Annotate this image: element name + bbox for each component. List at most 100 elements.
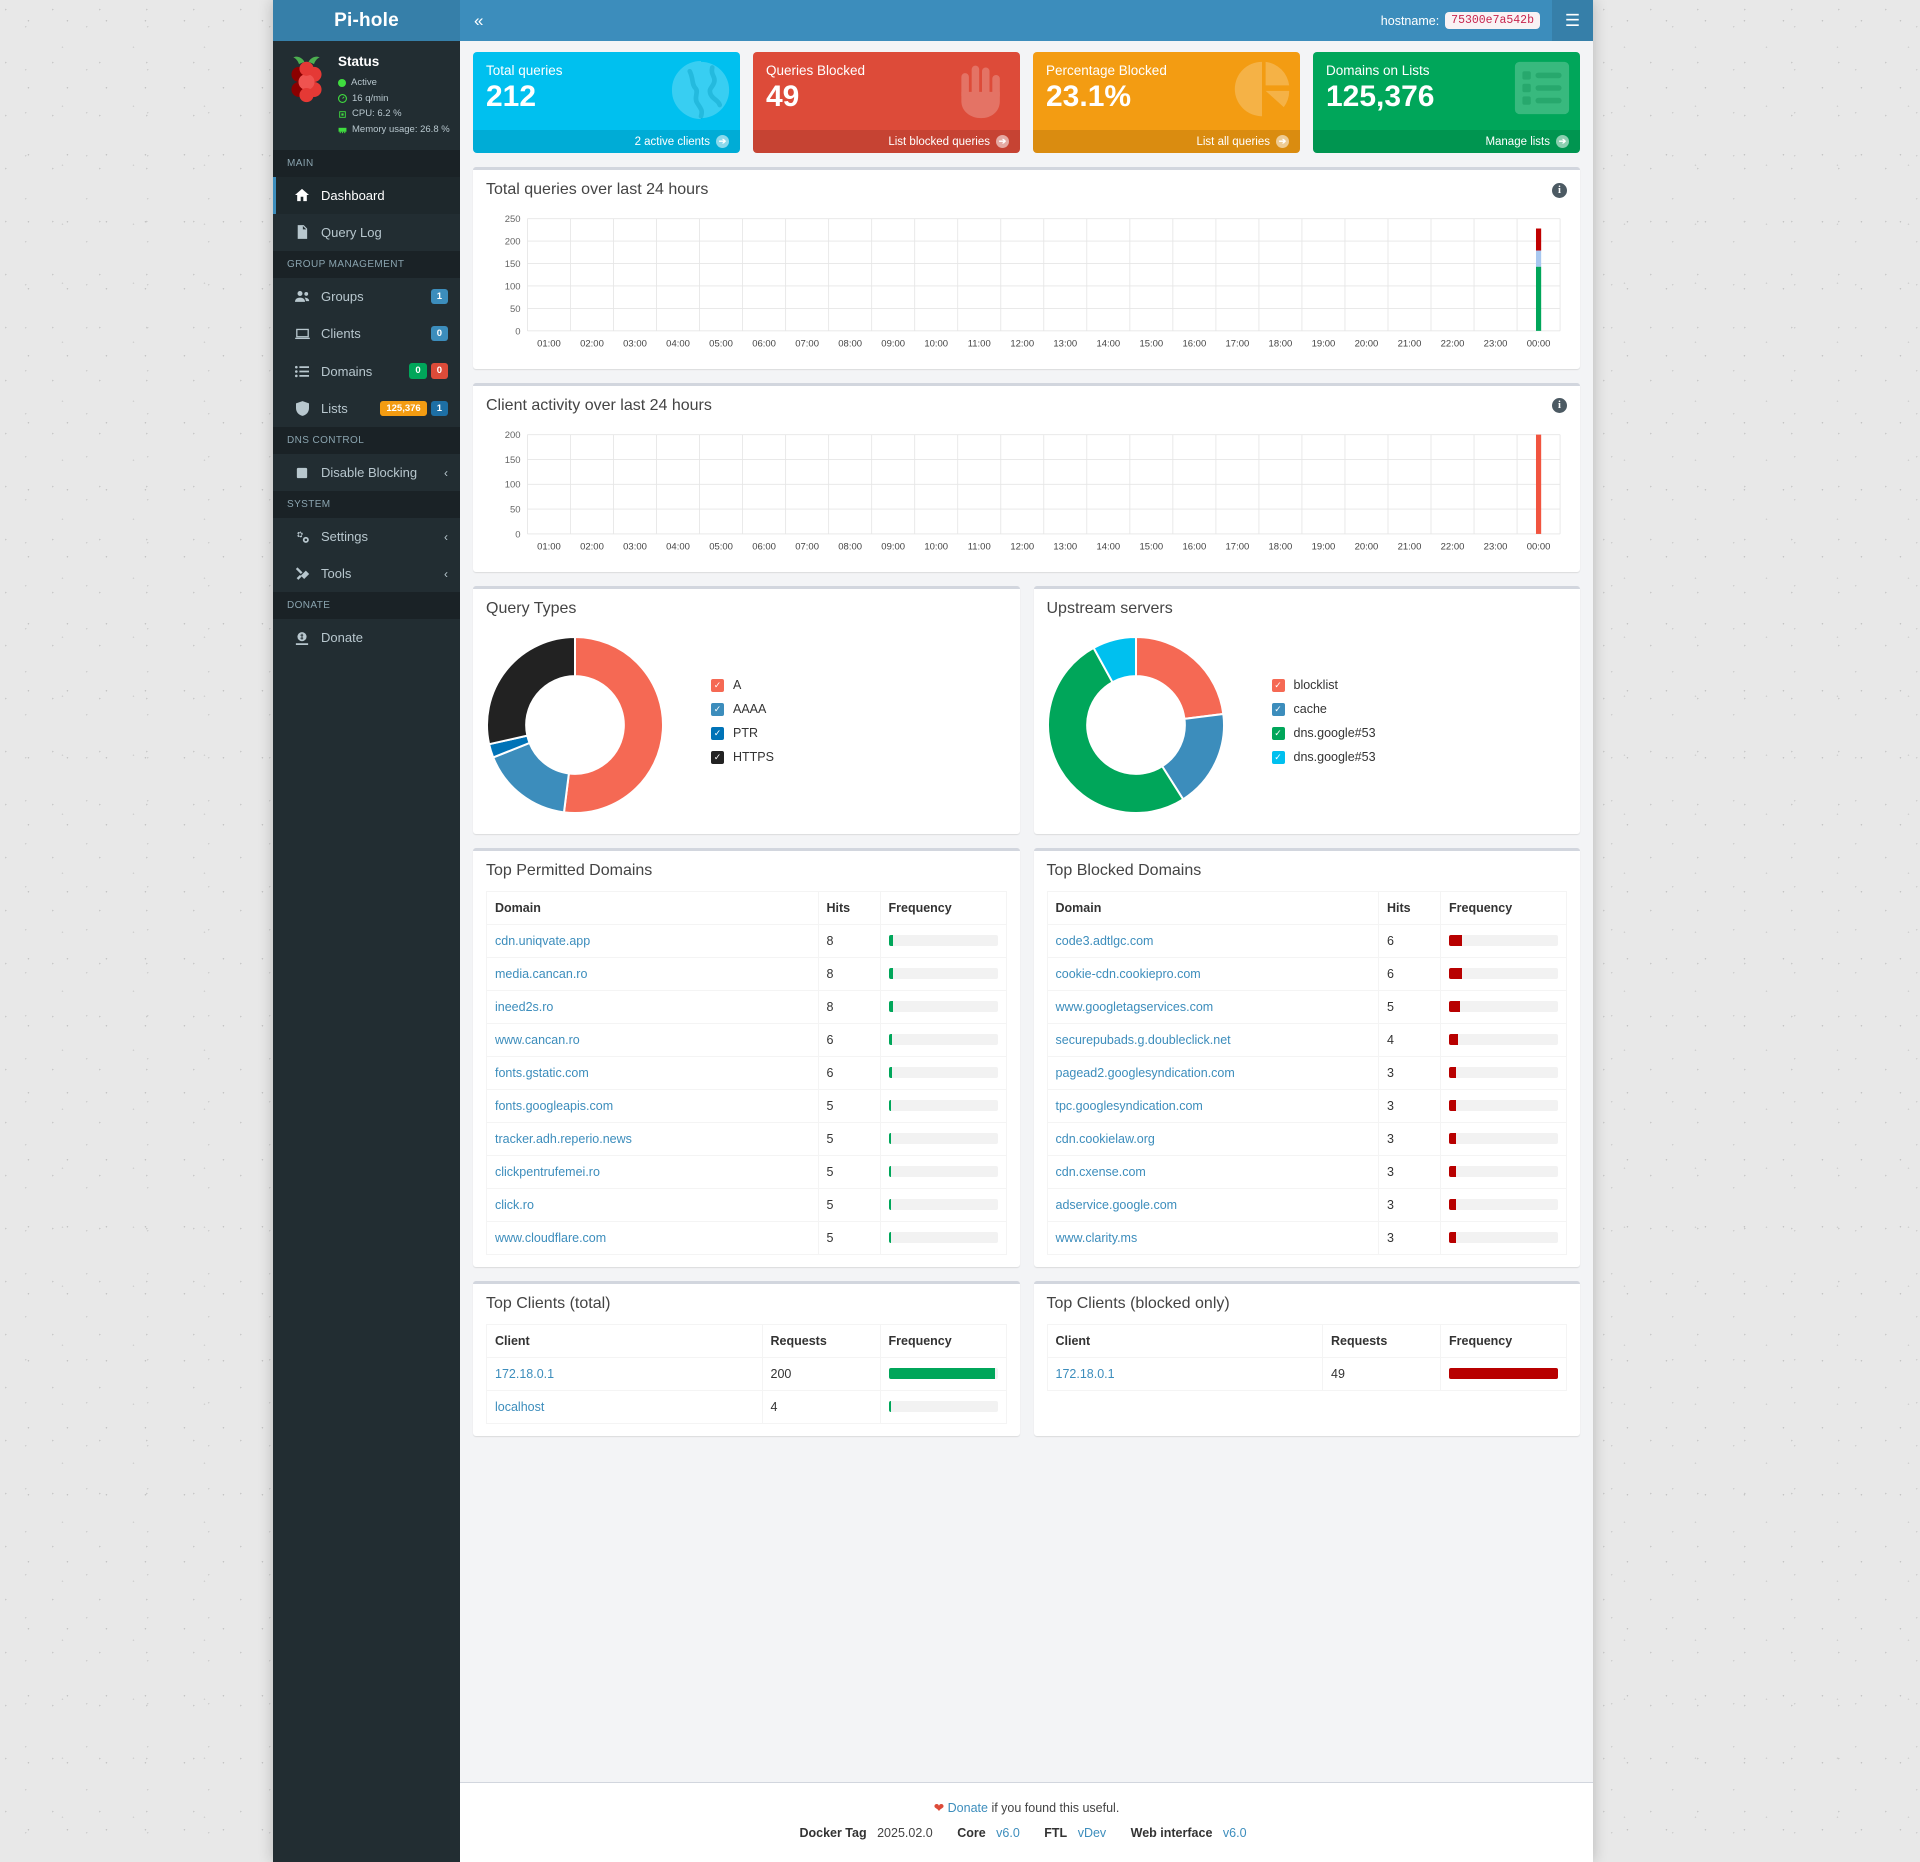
- table-link[interactable]: clickpentrufemei.ro: [495, 1165, 600, 1179]
- client-activity-body: 0 50 100 150 200 01:00 02:00 03:00 04:00 05:00 06:…: [473, 426, 1580, 572]
- table-link[interactable]: pagead2.googlesyndication.com: [1056, 1066, 1235, 1080]
- legend-checkbox[interactable]: ✓: [1271, 726, 1285, 740]
- stat-card[interactable]: Total queries 212 2 active clients ➔: [473, 52, 740, 153]
- table-cell-name: www.googletagservices.com: [1046, 989, 1379, 1024]
- arrow-right-icon: ➔: [1556, 135, 1569, 148]
- stat-card[interactable]: Queries Blocked 49 List blocked queries ➔: [753, 52, 1020, 153]
- sidebar-item-domains[interactable]: Domains 0 0: [273, 352, 460, 389]
- sidebar-item-clients[interactable]: Clients 0: [273, 315, 460, 352]
- sidebar-item-dashboard[interactable]: Dashboard: [273, 176, 460, 214]
- table-link[interactable]: click.ro: [495, 1198, 534, 1212]
- table-link[interactable]: media.cancan.ro: [495, 967, 587, 981]
- total-queries-chart[interactable]: 0 50 100 150 200 250 01:00 02:00 03:00 04:00 05:00…: [486, 210, 1567, 357]
- svg-text:06:00: 06:00: [752, 338, 776, 349]
- table-link[interactable]: cdn.cookielaw.org: [1056, 1132, 1155, 1146]
- table-link[interactable]: localhost: [495, 1400, 544, 1414]
- sidebar-item-lists[interactable]: Lists 125,376 1: [273, 390, 460, 427]
- upstream-donut[interactable]: [1034, 635, 1225, 816]
- table-link[interactable]: www.clarity.ms: [1056, 1231, 1138, 1245]
- upstream-content: ✓ blocklist ✓ cache ✓ dns.google#53 ✓ dns.googl…: [1034, 629, 1581, 834]
- table-cell-frequency: [879, 1088, 1007, 1123]
- frequency-bar: [1449, 1166, 1558, 1178]
- table-link[interactable]: tracker.adh.reperio.news: [495, 1132, 632, 1146]
- legend-item[interactable]: ✓ AAAA: [711, 702, 1020, 716]
- sidebar-item-donate[interactable]: Donate: [273, 619, 460, 656]
- table-row: securepubads.g.doubleclick.net 4: [1046, 1022, 1567, 1057]
- stat-card-footer-link[interactable]: List all queries ➔: [1033, 130, 1300, 153]
- chevron-left-icon: ‹: [444, 465, 448, 480]
- stat-card-value: 49: [766, 80, 800, 113]
- table-link[interactable]: fonts.googleapis.com: [495, 1099, 613, 1113]
- table-link[interactable]: ineed2s.ro: [495, 1000, 553, 1014]
- legend-checkbox[interactable]: ✓: [711, 750, 724, 764]
- double-chevron-left-icon[interactable]: «: [474, 11, 483, 31]
- table-cell-count: 4: [761, 1389, 881, 1424]
- sidebar-item-disable-blocking[interactable]: Disable Blocking ‹: [273, 454, 460, 491]
- legend-item[interactable]: ✓ blocklist: [1271, 678, 1581, 692]
- stat-card[interactable]: Percentage Blocked 23.1% List all queries ➔: [1033, 52, 1300, 153]
- table-row: www.cancan.ro 6: [486, 1022, 1007, 1057]
- cpu-icon: [339, 110, 346, 118]
- table-link[interactable]: 172.18.0.1: [1056, 1367, 1115, 1381]
- frequency-bar: [888, 968, 998, 980]
- table-cell-frequency: [879, 1121, 1007, 1156]
- table-link[interactable]: fonts.gstatic.com: [495, 1066, 589, 1080]
- status-badge: 0: [409, 363, 427, 379]
- legend-item[interactable]: ✓ dns.google#53: [1271, 750, 1581, 764]
- info-icon[interactable]: i: [1552, 398, 1567, 414]
- total-queries-header: Total queries over last 24 hours i: [473, 170, 1580, 210]
- table-link[interactable]: code3.adtlgc.com: [1056, 934, 1154, 948]
- stat-card-title: Domains on Lists: [1326, 63, 1430, 78]
- frequency-bar: [888, 1199, 998, 1211]
- legend-label: dns.google#53: [1293, 726, 1376, 741]
- table-cell-name: ineed2s.ro: [486, 989, 819, 1024]
- table-link[interactable]: cdn.cxense.com: [1056, 1165, 1146, 1179]
- legend-item[interactable]: ✓ PTR: [711, 726, 1020, 740]
- table-link[interactable]: adservice.google.com: [1056, 1198, 1178, 1212]
- table-cell-name: media.cancan.ro: [486, 956, 819, 991]
- table-link[interactable]: securepubads.g.doubleclick.net: [1056, 1033, 1231, 1047]
- table-link[interactable]: www.cloudflare.com: [495, 1231, 606, 1245]
- table-link[interactable]: 172.18.0.1: [495, 1367, 554, 1381]
- legend-item[interactable]: ✓ A: [711, 678, 1020, 692]
- table-header-cell: Frequency: [1440, 890, 1567, 925]
- sidebar-item-groups[interactable]: Groups 1: [273, 278, 460, 315]
- table-link[interactable]: cdn.uniqvate.app: [495, 934, 590, 948]
- sidebar-item-label: Tools: [321, 566, 352, 582]
- footer-core-value[interactable]: v6.0: [996, 1826, 1020, 1840]
- table-link[interactable]: www.googletagservices.com: [1056, 1000, 1214, 1014]
- query-types-donut[interactable]: [473, 635, 664, 816]
- legend-checkbox[interactable]: ✓: [1271, 702, 1285, 716]
- table-link[interactable]: cookie-cdn.cookiepro.com: [1056, 967, 1201, 981]
- legend-checkbox[interactable]: ✓: [1271, 678, 1285, 692]
- sidebar-item-settings[interactable]: Settings ‹: [273, 518, 460, 555]
- table-row: localhost 4: [486, 1389, 1007, 1424]
- hamburger-icon[interactable]: ☰: [1552, 0, 1593, 41]
- brand-logo[interactable]: Pi-hole: [273, 0, 460, 41]
- svg-text:100: 100: [505, 479, 521, 490]
- table-link[interactable]: tpc.googlesyndication.com: [1056, 1099, 1203, 1113]
- stat-card-footer-link[interactable]: Manage lists ➔: [1313, 130, 1580, 153]
- svg-text:18:00: 18:00: [1269, 541, 1293, 552]
- footer-web-value[interactable]: v6.0: [1223, 1826, 1247, 1840]
- sidebar-item-query-log[interactable]: Query Log: [273, 214, 460, 251]
- footer-donate-link[interactable]: Donate: [948, 1801, 988, 1815]
- nav-section-header: DNS CONTROL: [273, 427, 460, 455]
- table-header-cell: Hits: [1378, 890, 1441, 925]
- legend-item[interactable]: ✓ cache: [1271, 702, 1581, 716]
- table-link[interactable]: www.cancan.ro: [495, 1033, 580, 1047]
- legend-item[interactable]: ✓ dns.google#53: [1271, 726, 1581, 741]
- table-cell-frequency: [1440, 1154, 1567, 1189]
- legend-checkbox[interactable]: ✓: [1271, 750, 1285, 764]
- sidebar-item-tools[interactable]: Tools ‹: [273, 555, 460, 592]
- legend-checkbox[interactable]: ✓: [711, 726, 724, 740]
- legend-checkbox[interactable]: ✓: [711, 678, 724, 692]
- client-activity-chart[interactable]: 0 50 100 150 200 01:00 02:00 03:00 04:00 05:00 06:…: [486, 426, 1567, 560]
- legend-item[interactable]: ✓ HTTPS: [711, 750, 1020, 764]
- info-icon[interactable]: i: [1552, 182, 1567, 198]
- legend-checkbox[interactable]: ✓: [711, 702, 724, 716]
- footer-ftl-value[interactable]: vDev: [1078, 1826, 1106, 1840]
- stat-card-footer-link[interactable]: 2 active clients ➔: [473, 130, 740, 153]
- stat-card[interactable]: Domains on Lists 125,376 Manage lists ➔: [1313, 52, 1580, 153]
- stat-card-footer-link[interactable]: List blocked queries ➔: [753, 130, 1020, 153]
